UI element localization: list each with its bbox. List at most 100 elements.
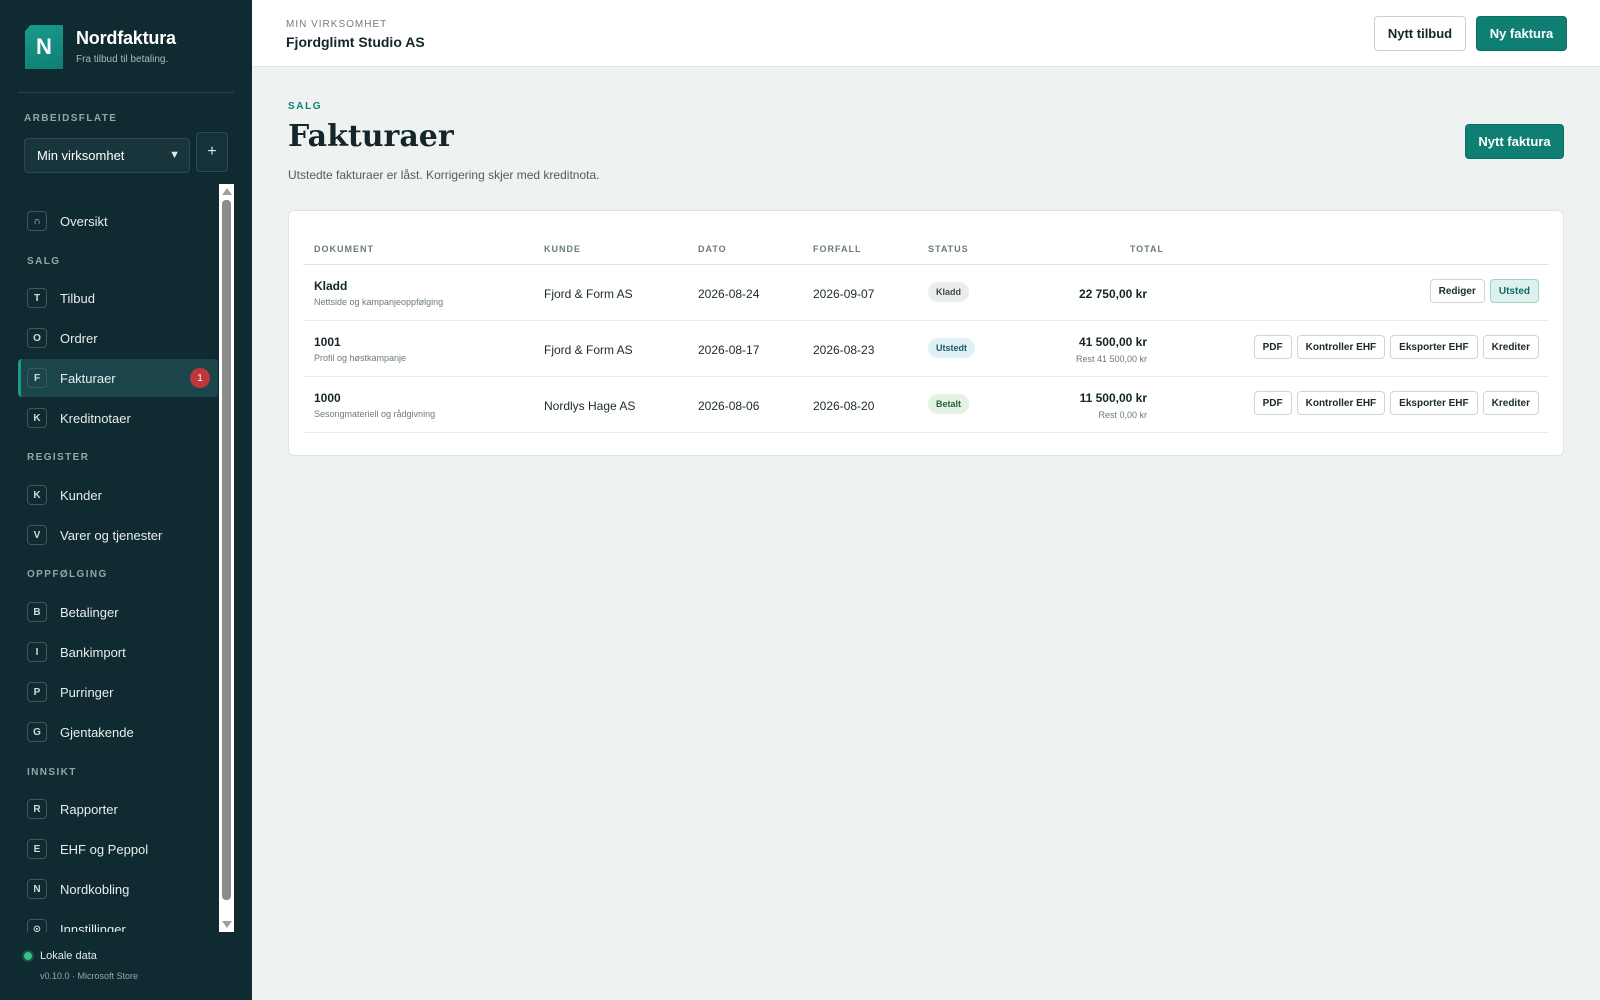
invoice-table: DOKUMENT KUNDE DATO FORFALL STATUS TOTAL… xyxy=(288,210,1564,456)
pdf-button[interactable]: PDF xyxy=(1253,391,1292,415)
sidebar: N Nordfaktura Fra tilbud til betaling. A… xyxy=(0,0,252,1000)
nav-key-icon: B xyxy=(27,602,47,622)
nav-key-icon: F xyxy=(27,368,47,388)
page-title: Fakturaer xyxy=(288,119,454,154)
new-invoice-button[interactable]: Ny faktura xyxy=(1476,16,1567,51)
status-dot-icon xyxy=(24,952,32,960)
sidebar-item-label: Fakturaer xyxy=(60,370,116,386)
credit-button[interactable]: Krediter xyxy=(1482,391,1539,415)
sidebar-item-varer[interactable]: V Varer og tjenester xyxy=(18,517,218,553)
workspace-select[interactable]: Min virksomhet ▼ xyxy=(24,138,190,173)
pdf-button[interactable]: PDF xyxy=(1253,335,1292,359)
nav-key-icon: T xyxy=(27,288,47,308)
sidebar-item-bankimport[interactable]: I Bankimport xyxy=(18,634,218,670)
row-actions: PDF Kontroller EHF Eksporter EHF Kredite… xyxy=(1253,391,1539,415)
sidebar-item-betalinger[interactable]: B Betalinger xyxy=(18,594,218,630)
sidebar-item-label: Rapporter xyxy=(60,801,118,817)
local-data-label: Lokale data xyxy=(40,950,97,962)
column-header-forfall: FORFALL xyxy=(813,244,862,254)
sidebar-item-label: Tilbud xyxy=(60,290,95,306)
new-quote-button[interactable]: Nytt tilbud xyxy=(1374,16,1466,51)
row-actions: PDF Kontroller EHF Eksporter EHF Kredite… xyxy=(1253,335,1539,359)
table-row[interactable]: Kladd Nettside og kampanjeoppfølging Fjo… xyxy=(303,265,1549,321)
workspace-label: ARBEIDSFLATE xyxy=(24,113,118,124)
company-eyebrow: MIN VIRKSOMHET xyxy=(286,19,388,30)
due-cell: 2026-09-07 xyxy=(813,287,875,301)
sidebar-item-rapporter[interactable]: R Rapporter xyxy=(18,791,218,827)
sidebar-item-label: Oversikt xyxy=(60,213,108,229)
customer-cell: Fjord & Form AS xyxy=(544,287,633,301)
total-cell: 22 750,00 kr xyxy=(1079,287,1147,301)
scroll-down-icon[interactable] xyxy=(222,921,232,928)
due-cell: 2026-08-23 xyxy=(813,343,875,357)
customer-cell: Fjord & Form AS xyxy=(544,343,633,357)
nav-key-icon: R xyxy=(27,799,47,819)
export-ehf-button[interactable]: Eksporter EHF xyxy=(1390,335,1478,359)
nav-key-icon: K xyxy=(27,485,47,505)
document-title: 1000 xyxy=(314,391,341,405)
nav-section-salg: SALG xyxy=(27,256,61,267)
settings-icon: ⊙ xyxy=(27,919,47,932)
sidebar-item-label: Purringer xyxy=(60,684,114,700)
sidebar-scrollbar[interactable] xyxy=(219,184,234,932)
issue-button[interactable]: Utsted xyxy=(1489,279,1539,303)
nav-key-icon: G xyxy=(27,722,47,742)
nav-key-icon: K xyxy=(27,408,47,428)
sidebar-item-label: Innstillinger xyxy=(60,921,126,933)
total-value: 11 500,00 kr xyxy=(1079,391,1147,405)
remaining-amount: Rest 0,00 kr xyxy=(1098,410,1147,420)
sidebar-item-tilbud[interactable]: T Tilbud xyxy=(18,280,218,316)
brand-name: Nordfaktura xyxy=(76,28,176,48)
date-cell: 2026-08-24 xyxy=(698,287,760,301)
sidebar-item-fakturaer[interactable]: F Fakturaer 1 xyxy=(18,359,218,397)
total-value: 22 750,00 kr xyxy=(1078,287,1147,301)
local-data-status: Lokale data xyxy=(24,950,97,962)
nav-section-innsikt: INNSIKT xyxy=(27,767,77,778)
sidebar-item-label: Gjentakende xyxy=(60,724,134,740)
column-header-dato: DATO xyxy=(698,244,727,254)
edit-button[interactable]: Rediger xyxy=(1429,279,1485,303)
nav-section-register: REGISTER xyxy=(27,452,90,463)
sidebar-item-oversikt[interactable]: ∩ Oversikt xyxy=(18,203,218,239)
nav-key-icon: O xyxy=(27,328,47,348)
add-workspace-button[interactable]: + xyxy=(196,132,228,172)
page-description: Utstedte fakturaer er låst. Korrigering … xyxy=(288,168,600,182)
app-version: v0.10.0 · Microsoft Store xyxy=(40,971,139,981)
validate-ehf-button[interactable]: Kontroller EHF xyxy=(1296,391,1386,415)
date-cell: 2026-08-17 xyxy=(698,343,760,357)
nav-key-icon: E xyxy=(27,839,47,859)
column-header-total: TOTAL xyxy=(1129,244,1164,254)
sidebar-item-ordrer[interactable]: O Ordrer xyxy=(18,320,218,356)
date-cell: 2026-08-06 xyxy=(698,399,760,413)
sidebar-nav: ∩ Oversikt SALG T Tilbud O Ordrer F Fakt… xyxy=(18,184,234,932)
home-icon: ∩ xyxy=(27,211,47,231)
credit-button[interactable]: Krediter xyxy=(1482,335,1539,359)
due-cell: 2026-08-20 xyxy=(813,399,875,413)
scroll-up-icon[interactable] xyxy=(222,188,232,195)
divider xyxy=(18,92,234,93)
workspace-select-value: Min virksomhet xyxy=(37,148,125,163)
sidebar-item-kunder[interactable]: K Kunder xyxy=(18,477,218,513)
total-value: 41 500,00 kr xyxy=(1078,335,1147,349)
export-ehf-button[interactable]: Eksporter EHF xyxy=(1390,391,1478,415)
new-invoice-page-button[interactable]: Nytt faktura xyxy=(1465,124,1564,159)
sidebar-item-label: Kunder xyxy=(60,487,102,503)
document-description: Sesongmateriell og rådgivning xyxy=(314,409,436,419)
brand[interactable]: N Nordfaktura Fra tilbud til betaling. xyxy=(25,25,176,69)
nav-key-icon: V xyxy=(27,525,47,545)
sidebar-item-innstillinger[interactable]: ⊙ Innstillinger xyxy=(18,911,218,932)
sidebar-item-gjentakende[interactable]: G Gjentakende xyxy=(18,714,218,750)
status-badge: Utstedt xyxy=(928,338,975,358)
sidebar-item-kreditnotaer[interactable]: K Kreditnotaer xyxy=(18,400,218,436)
logo: N xyxy=(25,25,63,69)
table-row[interactable]: 1000 Sesongmateriell og rådgivning Nordl… xyxy=(303,377,1549,433)
nav-key-icon: P xyxy=(27,682,47,702)
chevron-down-icon: ▼ xyxy=(169,149,180,161)
table-row[interactable]: 1001 Profil og høstkampanje Fjord & Form… xyxy=(303,321,1549,377)
validate-ehf-button[interactable]: Kontroller EHF xyxy=(1296,335,1386,359)
sidebar-item-nordkobling[interactable]: N Nordkobling xyxy=(18,871,218,907)
sidebar-item-purringer[interactable]: P Purringer xyxy=(18,674,218,710)
sidebar-item-ehf[interactable]: E EHF og Peppol xyxy=(18,831,218,867)
column-header-kunde: KUNDE xyxy=(544,244,582,254)
scroll-thumb[interactable] xyxy=(222,200,231,900)
